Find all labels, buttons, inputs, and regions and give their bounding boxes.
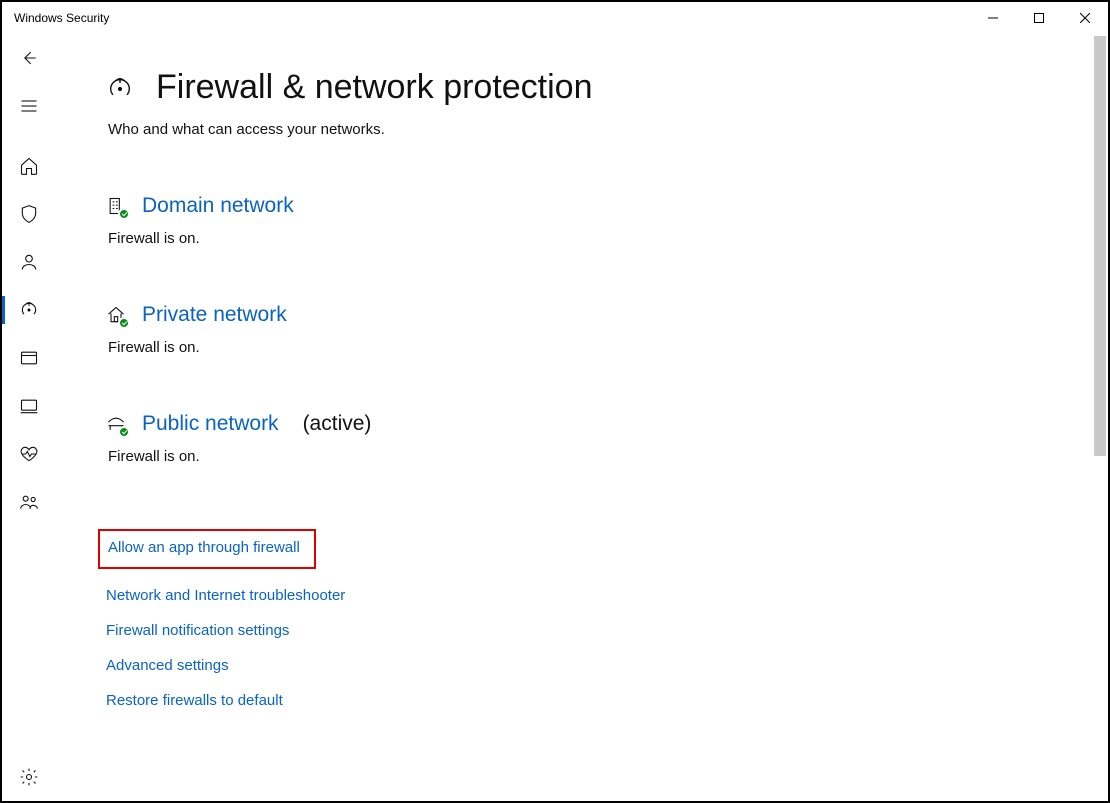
domain-network-link[interactable]: Domain network (142, 194, 294, 218)
sidebar-item-home[interactable] (2, 142, 56, 190)
status-ok-icon (118, 208, 130, 220)
main-content: Firewall & network protection Who and wh… (56, 34, 1108, 801)
sidebar-item-performance[interactable] (2, 430, 56, 478)
menu-button[interactable] (2, 82, 56, 130)
window-controls (970, 2, 1108, 34)
page-title: Firewall & network protection (156, 68, 593, 107)
public-status: Firewall is on. (108, 448, 1068, 465)
maximize-button[interactable] (1016, 2, 1062, 34)
network-domain: Domain network Firewall is on. (106, 194, 1068, 247)
page-subtitle: Who and what can access your networks. (108, 121, 1068, 138)
highlight-allow-app: Allow an app through firewall (98, 529, 316, 569)
page-header: Firewall & network protection (106, 68, 1068, 107)
back-button[interactable] (2, 34, 56, 82)
link-notification-settings[interactable]: Firewall notification settings (106, 622, 289, 639)
link-restore-defaults[interactable]: Restore firewalls to default (106, 692, 283, 709)
public-network-link[interactable]: Public network (142, 412, 279, 436)
status-ok-icon (118, 426, 130, 438)
sidebar-item-settings[interactable] (2, 753, 56, 801)
firewall-icon (106, 75, 134, 108)
bench-icon (106, 414, 126, 434)
network-public: Public network (active) Firewall is on. (106, 412, 1068, 465)
link-troubleshooter[interactable]: Network and Internet troubleshooter (106, 587, 345, 604)
house-icon (106, 305, 126, 325)
sidebar-item-firewall[interactable] (2, 286, 56, 334)
sidebar-item-device-security[interactable] (2, 382, 56, 430)
private-network-link[interactable]: Private network (142, 303, 287, 327)
close-button[interactable] (1062, 2, 1108, 34)
sidebar-item-family[interactable] (2, 478, 56, 526)
sidebar (2, 34, 56, 801)
network-private: Private network Firewall is on. (106, 303, 1068, 356)
minimize-button[interactable] (970, 2, 1016, 34)
domain-status: Firewall is on. (108, 230, 1068, 247)
sidebar-item-virus[interactable] (2, 190, 56, 238)
sidebar-item-app-browser[interactable] (2, 334, 56, 382)
titlebar: Windows Security (2, 2, 1108, 34)
building-icon (106, 196, 126, 216)
window-title: Windows Security (14, 11, 109, 25)
active-indicator: (active) (303, 412, 372, 436)
firewall-links: Allow an app through firewall Network an… (106, 529, 1068, 709)
private-status: Firewall is on. (108, 339, 1068, 356)
sidebar-item-account[interactable] (2, 238, 56, 286)
link-advanced-settings[interactable]: Advanced settings (106, 657, 229, 674)
link-allow-app[interactable]: Allow an app through firewall (108, 539, 300, 556)
scrollbar-thumb[interactable] (1094, 36, 1106, 456)
status-ok-icon (118, 317, 130, 329)
